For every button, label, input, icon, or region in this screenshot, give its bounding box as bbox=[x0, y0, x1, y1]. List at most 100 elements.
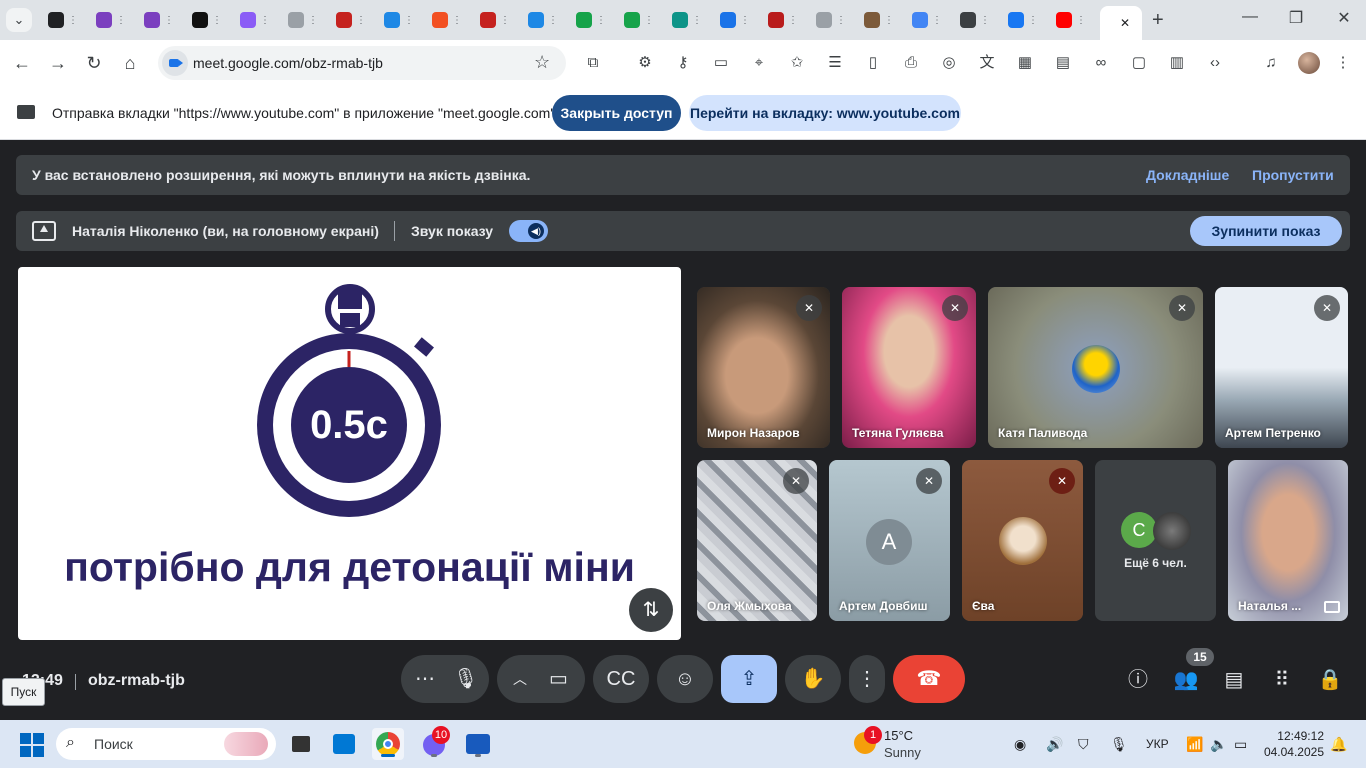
browser-tab[interactable]: ⋮ bbox=[426, 8, 474, 32]
store-icon[interactable] bbox=[328, 728, 360, 760]
browser-tab[interactable]: ⋮ bbox=[330, 8, 378, 32]
share-audio-toggle[interactable]: ◀) bbox=[509, 220, 548, 242]
participant-tile[interactable]: A ✕ Артем Довбиш bbox=[829, 460, 950, 621]
trash-icon[interactable]: ▯ bbox=[862, 52, 884, 74]
browser-tab[interactable]: ⋮ bbox=[522, 8, 570, 32]
notifications-bell-icon[interactable]: 🔔 bbox=[1330, 736, 1347, 753]
security-icon[interactable]: ⛉ bbox=[1078, 736, 1089, 753]
extension-icon[interactable]: ⚙ bbox=[634, 52, 656, 74]
reactions-button[interactable]: ☺ bbox=[657, 655, 713, 703]
speaker-icon[interactable]: 🔊 bbox=[1046, 736, 1063, 753]
audio-options-icon[interactable]: ⋯ bbox=[415, 655, 435, 703]
browser-tab[interactable]: ⋮ bbox=[186, 8, 234, 32]
wifi-icon[interactable]: 📶 bbox=[1186, 736, 1203, 753]
screenshot-icon[interactable]: ◎ bbox=[938, 52, 960, 74]
weather-condition[interactable]: Sunny bbox=[884, 745, 921, 760]
tab-close-icon[interactable]: ⋮ bbox=[884, 15, 894, 26]
start-button[interactable] bbox=[20, 733, 44, 757]
maximize-button[interactable]: ❐ bbox=[1286, 8, 1306, 28]
taskbar-search[interactable]: ⌕ Поиск bbox=[56, 728, 276, 760]
browser-tab[interactable]: ⋮ bbox=[810, 8, 858, 32]
volume-icon[interactable]: 🔈 bbox=[1210, 736, 1227, 753]
camera-icon[interactable]: ▭ bbox=[549, 655, 568, 703]
browser-tab[interactable]: ⋮ bbox=[570, 8, 618, 32]
minimize-button[interactable]: — bbox=[1240, 8, 1260, 26]
chat-icon[interactable]: ▤ bbox=[1220, 667, 1248, 693]
tab-close-icon[interactable]: ⋮ bbox=[404, 15, 414, 26]
microphone-tray-icon[interactable]: 🎙 bbox=[1110, 736, 1128, 753]
tab-search-dropdown[interactable]: ⌄ bbox=[6, 8, 32, 32]
profile-avatar[interactable] bbox=[1298, 52, 1320, 74]
close-window-button[interactable]: ✕ bbox=[1334, 8, 1354, 28]
browser-tab[interactable]: ⋮ bbox=[954, 8, 1002, 32]
browser-tab[interactable]: ⋮ bbox=[42, 8, 90, 32]
input-language[interactable]: УКР bbox=[1146, 737, 1169, 751]
more-participants-tile[interactable]: C Ещё 6 чел. bbox=[1095, 460, 1216, 621]
browser-tab[interactable]: ⋮ bbox=[138, 8, 186, 32]
browser-tab[interactable]: ⋮ bbox=[666, 8, 714, 32]
url-text[interactable]: meet.google.com/obz-rmab-tjb bbox=[193, 55, 383, 71]
people-icon[interactable]: 👥 bbox=[1172, 667, 1200, 693]
favorites-icon[interactable]: ✩ bbox=[786, 52, 808, 74]
address-bar[interactable]: meet.google.com/obz-rmab-tjb ☆ bbox=[158, 46, 566, 80]
qr-code-icon[interactable]: ▦ bbox=[1014, 52, 1036, 74]
captions-button[interactable]: CC bbox=[593, 655, 649, 703]
tab-close-icon[interactable]: ⋮ bbox=[548, 15, 558, 26]
tab-close-icon[interactable]: ⋮ bbox=[68, 15, 78, 26]
tab-close-icon[interactable]: ⋮ bbox=[692, 15, 702, 26]
browser-tab[interactable]: ⋮ bbox=[282, 8, 330, 32]
reading-list-icon[interactable]: ☰ bbox=[824, 52, 846, 74]
link-icon[interactable]: ∞ bbox=[1090, 52, 1112, 74]
devices-icon[interactable]: ▢ bbox=[1128, 52, 1150, 74]
self-view-tile[interactable]: Наталья ... bbox=[1228, 460, 1348, 621]
leave-call-button[interactable]: ☎ bbox=[893, 655, 965, 703]
raise-hand-button[interactable]: ✋ bbox=[785, 655, 841, 703]
site-info-icon[interactable] bbox=[162, 50, 188, 76]
stop-sharing-button[interactable]: Закрыть доступ bbox=[552, 95, 681, 131]
tab-close-icon[interactable]: ⋮ bbox=[980, 15, 990, 26]
browser-tab[interactable]: ⋮ bbox=[234, 8, 282, 32]
extensions-icon[interactable]: ⧉ bbox=[582, 52, 604, 74]
participant-tile[interactable]: ✕ Тетяна Гуляєва bbox=[842, 287, 976, 448]
stop-presenting-button[interactable]: Зупинити показ bbox=[1190, 216, 1342, 246]
present-screen-button[interactable]: ⇪ bbox=[721, 655, 777, 703]
chevron-up-icon[interactable]: ︿ bbox=[513, 655, 527, 703]
tab-close-icon[interactable]: ⋮ bbox=[260, 15, 270, 26]
browser-tab[interactable]: ⋮ bbox=[1002, 8, 1050, 32]
browser-tab[interactable]: ⋮ bbox=[762, 8, 810, 32]
browser-tab[interactable]: ⋮ bbox=[714, 8, 762, 32]
media-control-icon[interactable]: ♫ bbox=[1260, 52, 1282, 74]
tab-close-icon[interactable]: ⋮ bbox=[164, 15, 174, 26]
chrome-icon[interactable] bbox=[372, 728, 404, 760]
viber-tray-icon[interactable]: ◉ bbox=[1014, 736, 1026, 753]
new-tab-button[interactable]: + bbox=[1152, 9, 1164, 31]
system-clock[interactable]: 12:49:12 04.04.2025 bbox=[1262, 728, 1324, 760]
skip-link[interactable]: Пропустити bbox=[1252, 167, 1334, 183]
close-icon[interactable]: ✕ bbox=[1120, 16, 1130, 30]
microphone-icon[interactable]: 🎙 bbox=[453, 655, 478, 703]
learn-more-link[interactable]: Докладніше bbox=[1146, 167, 1229, 183]
print-icon[interactable]: ⎙ bbox=[900, 52, 922, 74]
tab-close-icon[interactable]: ⋮ bbox=[644, 15, 654, 26]
tab-close-icon[interactable]: ⋮ bbox=[932, 15, 942, 26]
table-icon[interactable]: ▥ bbox=[1166, 52, 1188, 74]
browser-tab[interactable]: ⋮ bbox=[474, 8, 522, 32]
tab-close-icon[interactable]: ⋮ bbox=[116, 15, 126, 26]
more-options-button[interactable]: ⋮ bbox=[849, 655, 885, 703]
tab-close-icon[interactable]: ⋮ bbox=[308, 15, 318, 26]
go-to-tab-button[interactable]: Перейти на вкладку: www.youtube.com bbox=[689, 95, 961, 131]
temperature[interactable]: 15°C bbox=[884, 728, 913, 743]
participant-tile[interactable]: ✕ Єва bbox=[962, 460, 1083, 621]
battery-icon[interactable]: ▭ bbox=[1234, 736, 1247, 753]
participant-tile[interactable]: ✕ Катя Паливода bbox=[988, 287, 1203, 448]
key-icon[interactable]: ⚷ bbox=[672, 52, 694, 74]
bookmark-star-icon[interactable]: ☆ bbox=[534, 52, 550, 73]
tab-close-icon[interactable]: ⋮ bbox=[452, 15, 462, 26]
activities-icon[interactable]: ⠿ bbox=[1268, 667, 1296, 693]
browser-tab[interactable]: ⋮ bbox=[378, 8, 426, 32]
tab-close-icon[interactable]: ⋮ bbox=[500, 15, 510, 26]
code-icon[interactable]: ‹› bbox=[1204, 52, 1226, 74]
tab-active-meet[interactable]: ✕ bbox=[1100, 6, 1142, 40]
menu-icon[interactable]: ⋮ bbox=[1332, 52, 1354, 74]
task-view-icon[interactable] bbox=[286, 728, 318, 760]
